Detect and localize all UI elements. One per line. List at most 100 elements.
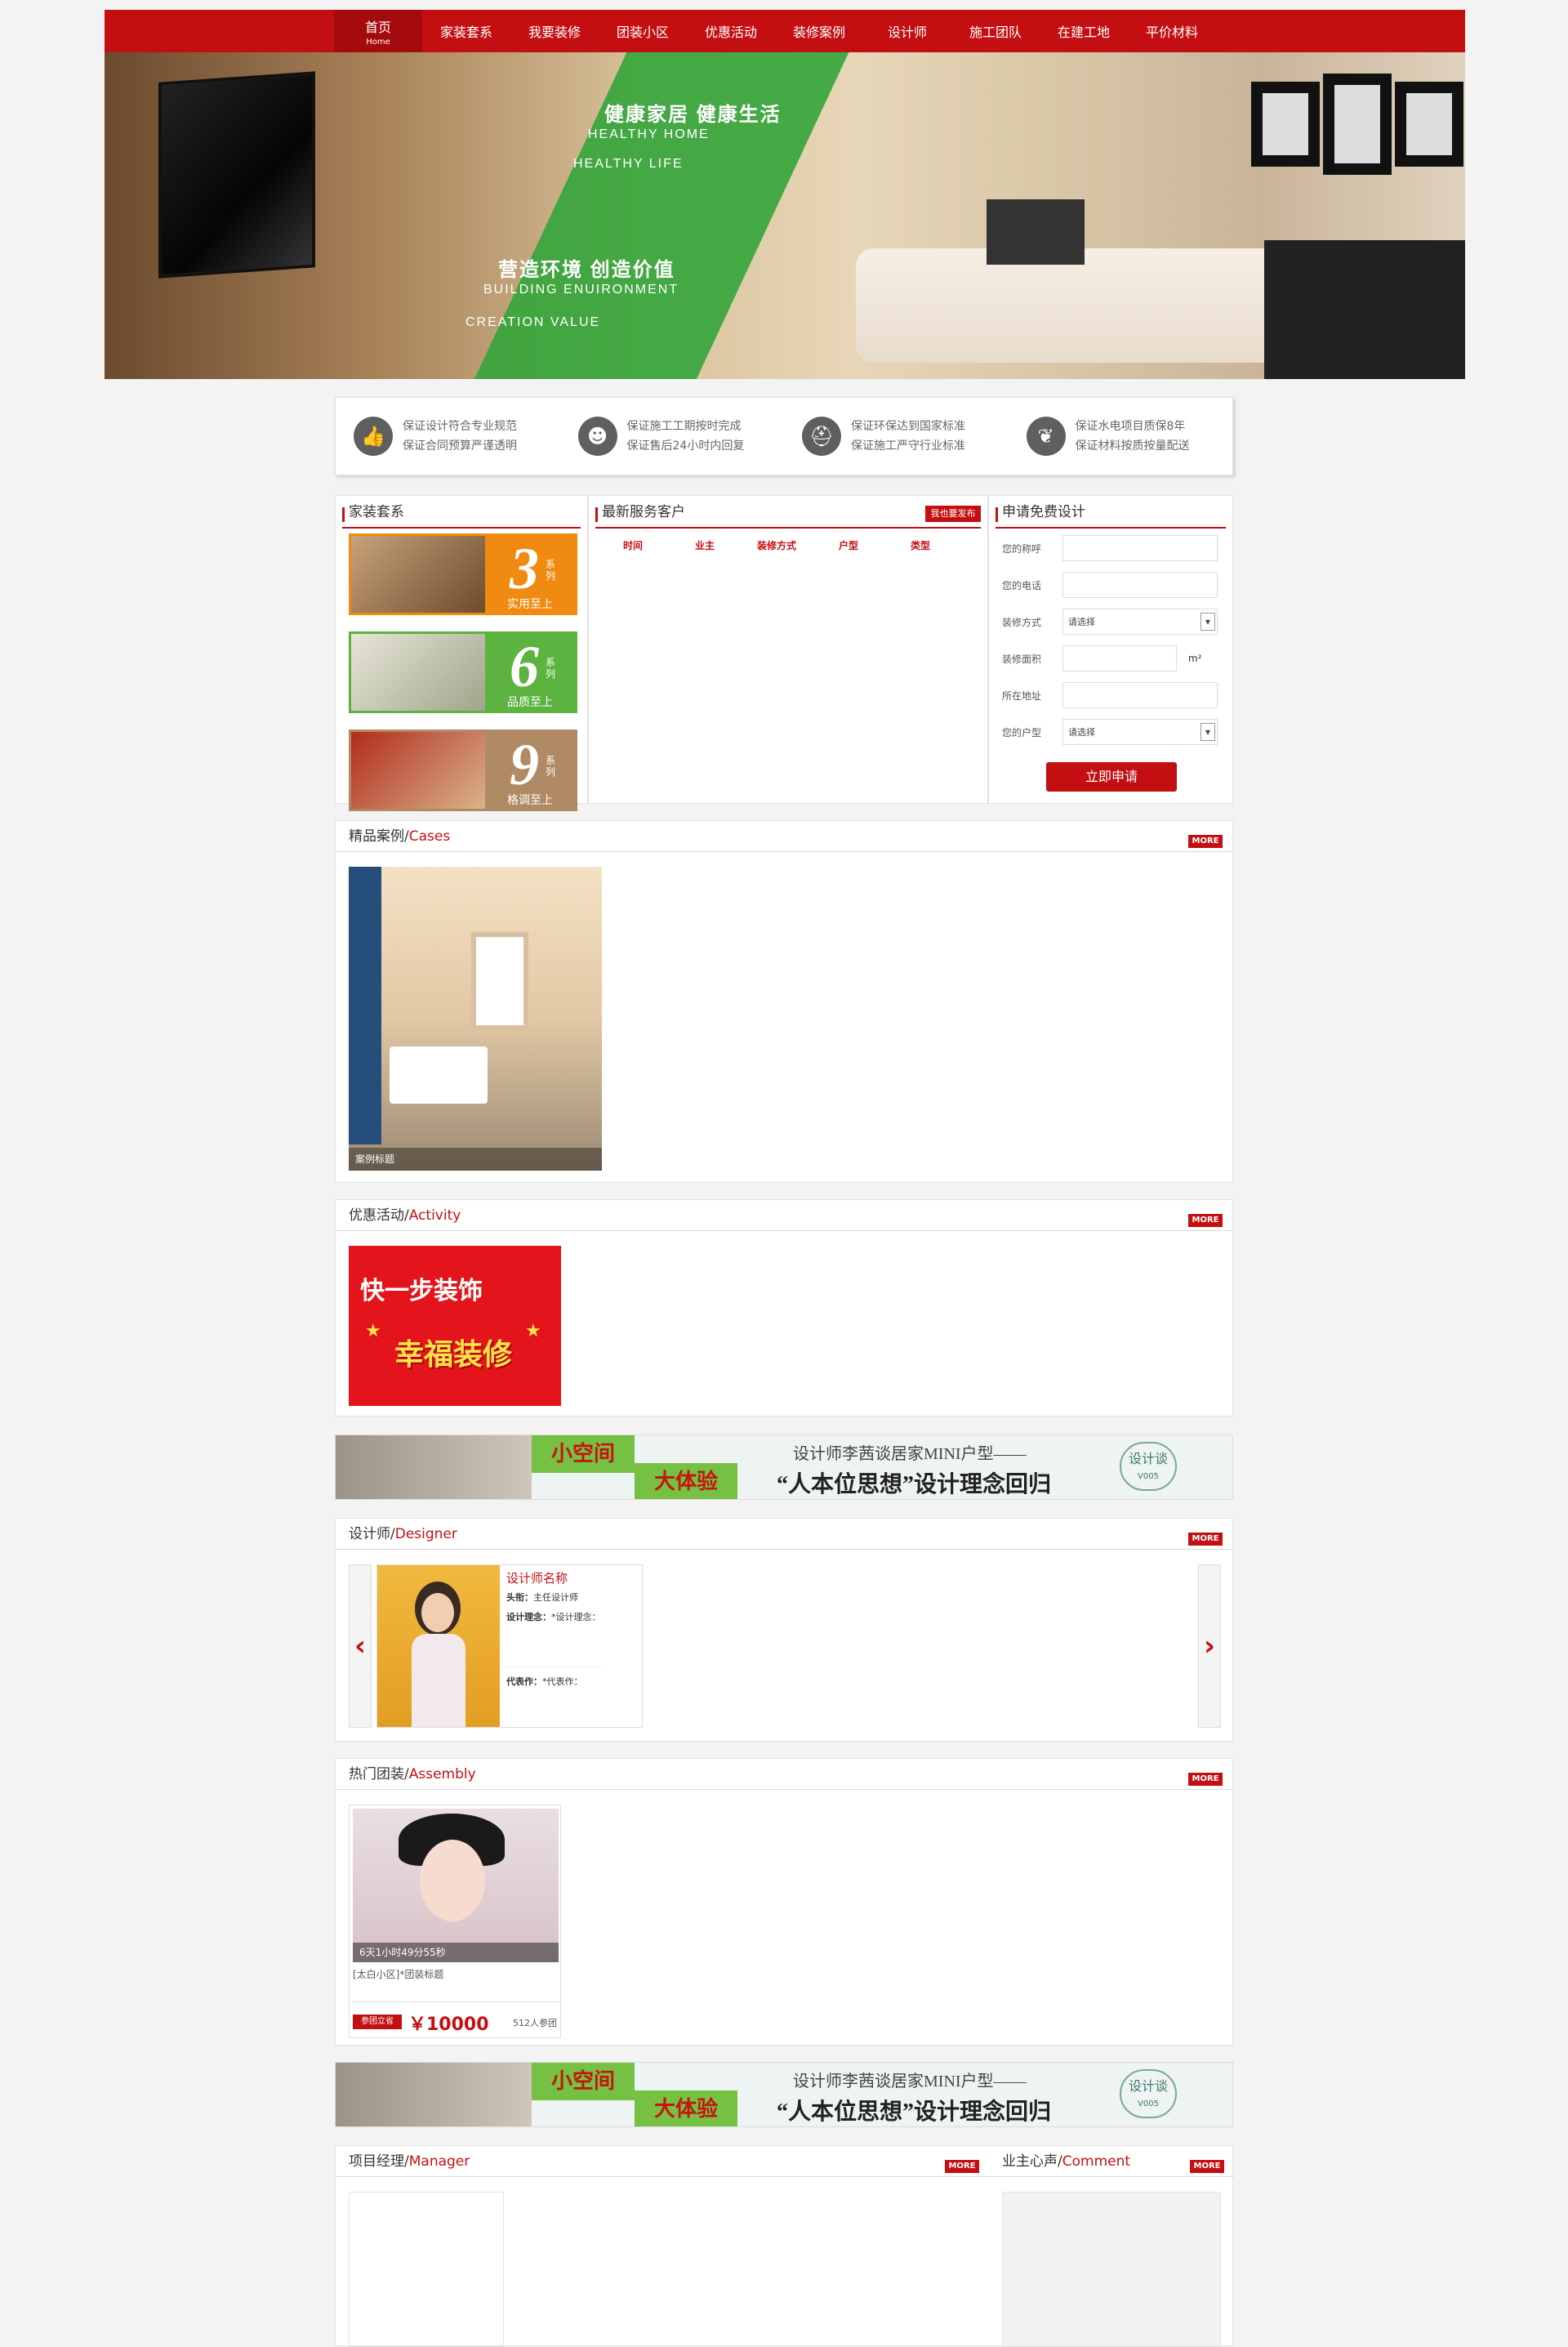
designer-card[interactable]: 设计师名称 头衔：主任设计师 设计理念：*设计理念： 代表作：*代表作： xyxy=(376,1564,643,1728)
chevron-down-icon: ▾ xyxy=(1200,723,1215,741)
series-item[interactable]: 6 系列 品质至上 xyxy=(349,631,577,713)
ad-badge-sub: V005 xyxy=(1138,2099,1159,2108)
manager-title-cn: 项目经理/ xyxy=(349,2153,409,2170)
ad-banner-2[interactable]: 小空间 大体验 设计师李茜谈居家MINI户型—— “人本位思想”设计理念回归 设… xyxy=(335,2062,1233,2127)
form-input[interactable] xyxy=(1062,535,1218,561)
publish-button[interactable]: 我也要发布 xyxy=(925,506,981,522)
nav-item-0[interactable]: 首页 Home xyxy=(334,10,422,52)
prev-arrow-icon[interactable]: ‹ xyxy=(349,1564,372,1728)
designer-title-en: Designer xyxy=(394,1526,457,1542)
guarantee-line-1: 保证环保达到国家标准 xyxy=(851,420,965,433)
nav-item-3[interactable]: 团装小区 xyxy=(599,10,687,52)
ad-banner[interactable]: 小空间 大体验 设计师李茜谈居家MINI户型—— “人本位思想”设计理念回归 设… xyxy=(335,1435,1233,1500)
assembly-panel: 热门团装/Assembly MORE 6天1小时49分55秒 [太白小区]*团装… xyxy=(335,1758,1233,2046)
guarantee-line-2: 保证合同预算严谨透明 xyxy=(403,440,517,453)
form-input[interactable] xyxy=(1062,645,1177,672)
nav-item-label: 施工团队 xyxy=(969,25,1022,40)
nav-item-label: 平价材料 xyxy=(1145,25,1198,40)
form-label: 装修面积 xyxy=(1002,653,1042,665)
designer-title-cn: 设计师/ xyxy=(349,1526,395,1542)
nav-item-label: 优惠活动 xyxy=(704,25,757,40)
next-arrow-icon[interactable]: › xyxy=(1198,1564,1221,1728)
wall-frame xyxy=(1323,74,1392,175)
designer-more-button[interactable]: MORE xyxy=(1188,1533,1223,1546)
nav-item-label: 在建工地 xyxy=(1057,25,1110,40)
nav-item-6[interactable]: 设计师 xyxy=(863,10,951,52)
designer-idea-value: *设计理念： xyxy=(551,1612,601,1622)
form-input[interactable] xyxy=(1062,572,1218,598)
series-panel-title: 家装套系 xyxy=(342,496,581,529)
series-number-text: 3 xyxy=(510,536,539,601)
assembly-caption[interactable]: [太白小区]*团装标题 xyxy=(353,1967,443,1981)
comment-box xyxy=(1002,2192,1221,2347)
ad-green-text-1: 小空间 xyxy=(532,2063,635,2100)
star-icon: ★ xyxy=(365,1321,381,1341)
nav-item-8[interactable]: 在建工地 xyxy=(1040,10,1128,52)
activity-panel: 优惠活动/Activity MORE 快一步装饰 幸福装修 ★ ★ xyxy=(335,1199,1233,1417)
nav-item-9[interactable]: 平价材料 xyxy=(1128,10,1216,52)
manager-card[interactable] xyxy=(349,2192,504,2347)
clients-column-header: 类型 xyxy=(910,540,930,551)
ad-line-2: “人本位思想”设计理念回归 xyxy=(777,2099,1052,2125)
top-navigation: 首页 Home 家装套系 我要装修 团装小区 优惠活动 装修案例 设计师 施工团队 在建工地 平价材… xyxy=(105,10,1465,52)
clients-panel-title: 最新服务客户 我也要发布 xyxy=(595,496,981,529)
form-input[interactable] xyxy=(1062,682,1218,708)
series-number-text: 6 xyxy=(510,634,539,699)
nav-item-5[interactable]: 装修案例 xyxy=(775,10,863,52)
form-select[interactable]: 请选择 ▾ xyxy=(1062,609,1218,635)
ad-green-text-2: 大体验 xyxy=(635,1463,737,1499)
helmet-icon: ⛑ xyxy=(802,417,841,456)
ad-green-text-2: 大体验 xyxy=(635,2090,737,2126)
nav-item-2[interactable]: 我要装修 xyxy=(510,10,599,52)
series-item[interactable]: 9 系列 格调至上 xyxy=(349,730,577,811)
banner-slogan-6: CREATION VALUE xyxy=(466,315,601,329)
form-label: 所在地址 xyxy=(1002,689,1042,702)
clients-column-header: 时间 xyxy=(622,540,643,551)
clients-column-header: 户型 xyxy=(838,540,858,551)
manager-more-button[interactable]: MORE xyxy=(945,2160,979,2173)
join-badge[interactable]: 参团立省 xyxy=(353,2015,402,2029)
submit-apply-button[interactable]: 立即申请 xyxy=(1046,762,1177,792)
apply-form-panel: 申请免费设计 您的称呼 您的电话 装修方式 请选择 ▾ 装修面积 m² 所在地址 您的户型 请选择… xyxy=(988,495,1233,804)
designer-name[interactable]: 设计师名称 xyxy=(506,1568,601,1588)
clients-table-header: 时间 业主 装修方式 户型 类型 xyxy=(589,538,989,552)
nav-item-4[interactable]: 优惠活动 xyxy=(687,10,775,52)
cases-more-button[interactable]: MORE xyxy=(1188,835,1223,848)
case-item[interactable]: 案例标题 xyxy=(349,867,602,1171)
assembly-more-button[interactable]: MORE xyxy=(1188,1773,1223,1786)
leaf-icon: ❦ xyxy=(1026,417,1066,456)
comment-title-cn: 业主心声/ xyxy=(1002,2153,1062,2170)
form-select[interactable]: 请选择 ▾ xyxy=(1062,719,1218,745)
activity-ad-sub: 幸福装修 xyxy=(394,1338,513,1372)
cases-title-en: Cases xyxy=(408,828,451,845)
comment-more-button[interactable]: MORE xyxy=(1190,2160,1224,2173)
nav-item-1[interactable]: 家装套系 xyxy=(422,10,510,52)
tv-image xyxy=(158,71,315,279)
activity-title-en: Activity xyxy=(408,1207,461,1224)
wall-frame xyxy=(1395,82,1463,167)
designer-panel: 设计师/Designer MORE ‹ 设计师名称 头衔：主任设计师 设计理念：… xyxy=(335,1518,1233,1742)
hero-banner[interactable]: 健康家居 健康生活 HEALTHY HOME HEALTHY LIFE 营造环境… xyxy=(105,52,1465,379)
guarantee-line-1: 保证设计符合专业规范 xyxy=(403,420,517,433)
banner-slogan-4: 营造环境 创造价值 xyxy=(498,259,675,281)
designer-title-label: 头衔： xyxy=(506,1592,533,1603)
form-unit: m² xyxy=(1188,653,1202,664)
form-row: 您的户型 请选择 ▾ xyxy=(1002,717,1223,747)
assembly-card[interactable]: 6天1小时49分55秒 [太白小区]*团装标题 参团立省 ￥10000 512人… xyxy=(349,1805,561,2038)
activity-item[interactable]: 快一步装饰 幸福装修 ★ ★ xyxy=(349,1246,561,1406)
assembly-photo: 6天1小时49分55秒 xyxy=(353,1809,559,1962)
assembly-title-cn: 热门团装/ xyxy=(349,1766,409,1783)
series-suffix: 系列 xyxy=(546,657,556,680)
guarantee-line-2: 保证材料按质按量配送 xyxy=(1075,440,1190,453)
ad-room-image xyxy=(336,2063,532,2126)
designer-avatar-face xyxy=(421,1593,454,1632)
nav-item-label: 装修案例 xyxy=(792,25,845,40)
star-icon: ★ xyxy=(525,1321,541,1341)
clients-title-text: 最新服务客户 xyxy=(602,504,685,520)
guarantee-line-1: 保证水电项目质保8年 xyxy=(1075,420,1186,433)
ad-room-image xyxy=(336,1435,532,1499)
series-item[interactable]: 3 系列 实用至上 xyxy=(349,533,577,615)
nav-item-7[interactable]: 施工团队 xyxy=(951,10,1040,52)
nav-item-label: 设计师 xyxy=(887,25,927,40)
activity-more-button[interactable]: MORE xyxy=(1188,1214,1223,1227)
